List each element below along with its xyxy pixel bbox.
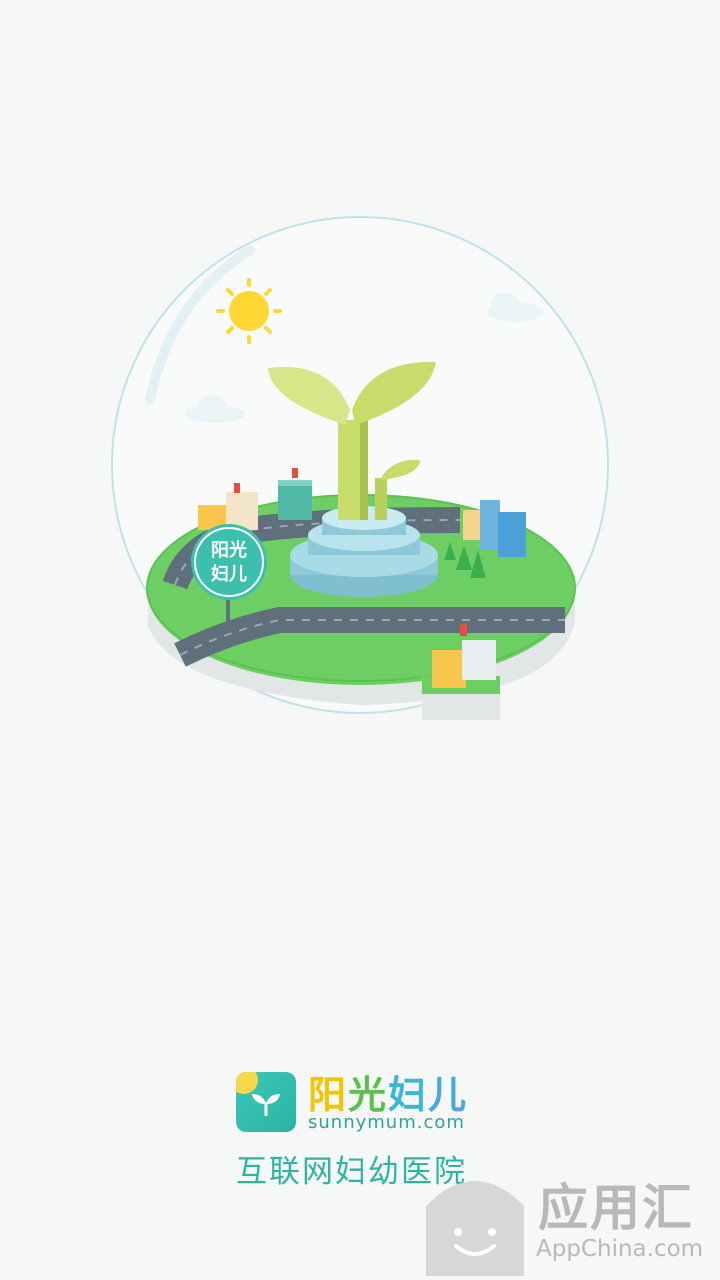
- sign-line-1: 阳光: [211, 539, 247, 561]
- brand-block: 阳光妇儿 sunnymum.com: [236, 1070, 496, 1134]
- splash-illustration: 阳光 妇儿: [111, 216, 609, 720]
- brand-char: 妇: [388, 1073, 429, 1117]
- brand-name: 阳光妇儿: [308, 1064, 468, 1119]
- watermark-domain: AppChina.com: [536, 1236, 704, 1262]
- app-logo-icon: [236, 1072, 296, 1132]
- appchina-watermark: 应用汇 AppChina.com: [420, 1160, 720, 1280]
- watermark-text: 应用汇: [538, 1179, 694, 1237]
- brand-char: 光: [348, 1073, 389, 1117]
- sign-line-2: 妇儿: [211, 563, 247, 585]
- brand-domain: sunnymum.com: [308, 1112, 465, 1133]
- brand-char: 儿: [428, 1073, 469, 1117]
- watermark-face-icon: [426, 1181, 524, 1276]
- brand-char: 阳: [308, 1073, 349, 1117]
